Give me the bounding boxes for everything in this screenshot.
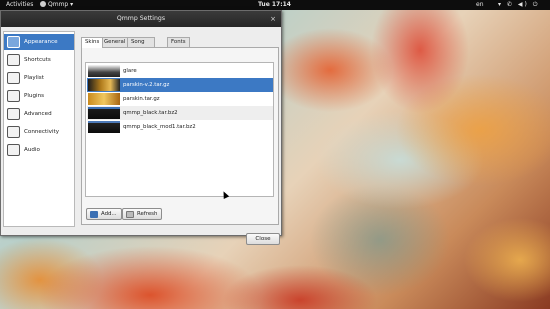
skin-name: glare (123, 68, 137, 74)
skins-list[interactable]: glare parskin-v.2.tar.gz parskin.tar.gz … (85, 62, 274, 197)
list-item[interactable]: qmmp_black_mod1.tar.bz2 (87, 120, 273, 134)
sidebar-item-label: Shortcuts (24, 57, 51, 63)
sidebar-item-shortcuts[interactable]: Shortcuts (4, 52, 74, 68)
sidebar-item-advanced[interactable]: Advanced (4, 106, 74, 122)
app-menu[interactable]: Qmmp ▾ (40, 0, 73, 10)
close-icon[interactable]: × (270, 11, 276, 27)
status-icons[interactable]: ▾ ✆ ◀) ⏻ (498, 0, 539, 10)
settings-sidebar: Appearance Shortcuts Playlist Plugins Ad… (3, 31, 75, 227)
plugins-icon (7, 90, 20, 102)
sidebar-item-connectivity[interactable]: Connectivity (4, 124, 74, 140)
tab-fonts[interactable]: Fonts (167, 37, 190, 47)
list-item[interactable]: glare (87, 64, 273, 78)
skin-preview-thumbnail (88, 79, 120, 91)
activities-button[interactable]: Activities (6, 0, 33, 10)
sidebar-item-label: Audio (24, 147, 40, 153)
skin-name: parskin.tar.gz (123, 96, 160, 102)
sidebar-item-label: Plugins (24, 93, 45, 99)
skin-preview-thumbnail (88, 121, 120, 133)
skins-panel: glare parskin-v.2.tar.gz parskin.tar.gz … (81, 47, 279, 225)
keyboard-language[interactable]: en (476, 0, 484, 10)
sidebar-item-playlist[interactable]: Playlist (4, 70, 74, 86)
window-title: Qmmp Settings (116, 15, 166, 22)
list-item[interactable]: parskin-v.2.tar.gz (87, 78, 273, 92)
advanced-icon (7, 108, 20, 120)
sidebar-item-audio[interactable]: Audio (4, 142, 74, 158)
skin-name: qmmp_black.tar.bz2 (123, 110, 178, 116)
appearance-icon (7, 36, 20, 48)
add-icon (90, 211, 98, 218)
refresh-button[interactable]: Refresh (122, 208, 163, 220)
add-skin-button-label: Add... (101, 211, 117, 217)
list-item[interactable]: parskin.tar.gz (87, 92, 273, 106)
skin-name: qmmp_black_mod1.tar.bz2 (123, 124, 196, 130)
skin-preview-thumbnail (88, 107, 120, 119)
audio-icon (7, 144, 20, 156)
add-skin-button[interactable]: Add... (86, 208, 122, 220)
clock[interactable]: Tue 17:14 (258, 0, 291, 10)
skin-preview-thumbnail (88, 65, 120, 77)
sidebar-item-appearance[interactable]: Appearance (4, 34, 74, 50)
playlist-icon (7, 72, 20, 84)
list-item[interactable]: qmmp_black.tar.bz2 (87, 106, 273, 120)
sidebar-item-label: Connectivity (24, 129, 60, 135)
sidebar-item-plugins[interactable]: Plugins (4, 88, 74, 104)
top-bar: Activities Qmmp ▾ Tue 17:14 en ▾ ✆ ◀) ⏻ (0, 0, 550, 10)
close-button[interactable]: Close (246, 233, 280, 245)
settings-window: Qmmp Settings × Appearance Shortcuts Pla… (0, 10, 282, 245)
sidebar-item-label: Appearance (24, 39, 58, 45)
window-titlebar[interactable]: Qmmp Settings × (1, 11, 281, 27)
refresh-button-label: Refresh (137, 211, 158, 217)
tab-general[interactable]: General (100, 37, 130, 47)
sidebar-item-label: Advanced (24, 111, 52, 117)
qmmp-app-icon (40, 1, 46, 7)
sidebar-item-label: Playlist (24, 75, 44, 81)
tab-skins[interactable]: Skins (81, 37, 104, 48)
tab-song-display[interactable]: Song Display (127, 37, 155, 54)
skin-preview-thumbnail (88, 93, 120, 105)
refresh-icon (126, 211, 134, 218)
app-menu-label: Qmmp (48, 1, 69, 8)
shortcuts-icon (7, 54, 20, 66)
skin-name: parskin-v.2.tar.gz (123, 82, 170, 88)
connectivity-icon (7, 126, 20, 138)
